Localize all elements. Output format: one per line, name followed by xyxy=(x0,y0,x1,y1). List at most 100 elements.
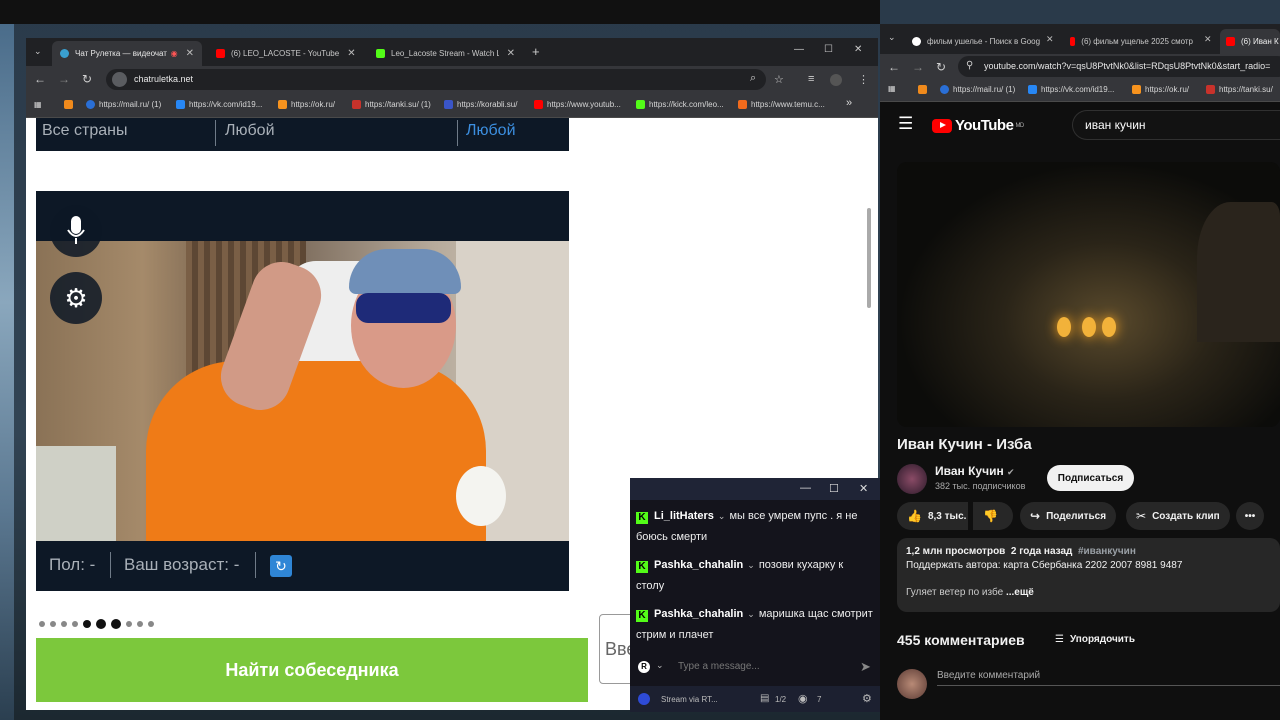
address-bar[interactable]: ⚲ youtube.com/watch?v=qsU8PtvtNk0&list=R… xyxy=(958,56,1280,77)
chevron-down-icon[interactable]: ⌄ xyxy=(656,660,664,671)
bookmark-item[interactable]: https://tanki.su/ xyxy=(1206,85,1273,94)
google-icon xyxy=(912,37,921,46)
bookmark-item[interactable]: https://www.youtub... xyxy=(534,100,621,109)
reload-icon[interactable]: ↻ xyxy=(82,72,92,86)
comment-input[interactable]: Введите комментарий xyxy=(937,670,1280,686)
tab-search-icon[interactable]: ⌄ xyxy=(888,32,896,43)
loading-dots xyxy=(39,617,154,631)
reload-icon[interactable]: ↻ xyxy=(936,60,946,74)
show-more-link[interactable]: ...ещё xyxy=(1006,587,1034,598)
bookmark-item[interactable] xyxy=(918,85,931,94)
chat-minimize-button[interactable]: — xyxy=(800,482,811,494)
channel-avatar[interactable] xyxy=(897,464,927,494)
country-filter[interactable]: Все страны xyxy=(42,122,127,140)
chat-close-button[interactable]: ✕ xyxy=(859,482,868,495)
extension-icon[interactable] xyxy=(830,74,842,86)
new-tab-button[interactable]: + xyxy=(532,44,540,59)
close-tab-icon[interactable]: ✕ xyxy=(339,48,355,59)
youtube-video-player[interactable] xyxy=(897,162,1280,427)
chat-maximize-button[interactable]: ☐ xyxy=(829,482,839,495)
bookmark-item[interactable]: https://korabli.su/ xyxy=(444,100,517,109)
find-partner-button[interactable]: Найти собеседника xyxy=(36,638,588,702)
close-tab-icon[interactable]: ✕ xyxy=(1046,34,1054,45)
tab-youtube-video[interactable]: (6) Иван К xyxy=(1220,29,1280,54)
share-button[interactable]: ↪ Поделиться xyxy=(1020,502,1117,530)
chevron-down-icon[interactable]: ⌄ xyxy=(718,511,726,521)
tab-label: (6) LEO_LACOSTE - YouTube xyxy=(231,49,340,58)
zoom-icon[interactable]: ⌕ xyxy=(750,72,756,85)
minimize-button[interactable]: — xyxy=(794,44,804,55)
microphone-icon[interactable] xyxy=(50,205,102,257)
settings-gear-icon[interactable]: ⚙ xyxy=(862,692,872,705)
hamburger-menu-icon[interactable]: ☰ xyxy=(898,114,913,134)
video-description[interactable]: 1,2 млн просмотров 2 года назад #иванкуч… xyxy=(897,538,1280,612)
close-tab-icon[interactable]: ✕ xyxy=(178,48,194,59)
subscribe-button[interactable]: Подписаться xyxy=(1047,465,1134,491)
media-control-icon[interactable]: ≡ xyxy=(808,73,814,85)
bookmark-item[interactable]: https://kick.com/leo... xyxy=(636,100,724,109)
stream-chat-overlay: — ☐ ✕ K Li_litHaters ⌄ мы все умрем пупс . … xyxy=(630,478,880,712)
age-filter[interactable]: Любой xyxy=(466,122,516,140)
bookmarks-bar: ▦ https://mail.ru/ (1) https://vk.com/id… xyxy=(26,93,878,118)
dislike-button[interactable]: 👎 xyxy=(973,502,1013,530)
refresh-icon[interactable]: ↻ xyxy=(270,555,292,577)
back-arrow-icon[interactable]: ← xyxy=(34,72,46,86)
tab-youtube-search[interactable]: (6) фильм ущелье 2025 смотр xyxy=(1064,29,1199,54)
chat-message-input[interactable]: Type a message... xyxy=(678,661,760,672)
close-tab-icon[interactable]: ✕ xyxy=(1204,34,1212,45)
viewer-count: 7 xyxy=(817,695,822,704)
close-window-button[interactable]: ✕ xyxy=(854,44,862,55)
bookmarks-more-icon[interactable]: » xyxy=(846,97,852,109)
bookmark-item[interactable]: https://www.temu.c... xyxy=(738,100,825,109)
site-info-icon[interactable]: ⚲ xyxy=(966,60,973,71)
bookmark-item[interactable] xyxy=(64,100,77,109)
page-scrollbar[interactable] xyxy=(865,198,873,348)
chat-username[interactable]: Li_litHaters xyxy=(654,510,714,522)
tab-kick[interactable]: Leo_Lacoste Stream - Watch Li ✕ xyxy=(368,41,523,66)
bookmark-star-icon[interactable]: ☆ xyxy=(774,73,784,86)
chevron-down-icon[interactable]: ⌄ xyxy=(747,609,755,619)
gender-filter[interactable]: Любой xyxy=(225,122,275,140)
chevron-down-icon[interactable]: ⌄ xyxy=(747,560,755,570)
sort-comments-button[interactable]: ☰ Упорядочить xyxy=(1055,634,1135,645)
menu-dots-icon[interactable]: ⋮ xyxy=(858,73,869,86)
bookmark-item[interactable]: https://vk.com/id19... xyxy=(176,100,262,109)
forward-arrow-icon[interactable]: → xyxy=(912,60,924,74)
bookmark-item[interactable]: https://tanki.su/ (1) xyxy=(352,100,431,109)
bookmark-item[interactable]: https://ok.ru/ xyxy=(278,100,335,109)
settings-gear-icon[interactable]: ⚙ xyxy=(50,272,102,324)
bookmark-item[interactable]: https://ok.ru/ xyxy=(1132,85,1189,94)
kick-icon xyxy=(376,49,385,58)
back-arrow-icon[interactable]: ← xyxy=(888,60,900,74)
tab-chatruletka[interactable]: Чат Рулетка — видеочат с ◉ ✕ xyxy=(52,41,202,66)
youtube-logo[interactable]: YouTube MD xyxy=(932,117,1024,134)
bookmark-item[interactable]: https://vk.com/id19... xyxy=(1028,85,1114,94)
address-bar[interactable]: chatruletka.net ⌕ xyxy=(106,69,766,90)
apps-grid-icon[interactable]: ▦ xyxy=(34,100,42,109)
like-button[interactable]: 👍 8,3 тыс. xyxy=(897,502,968,530)
hashtag-link[interactable]: #иванкучин xyxy=(1078,546,1136,557)
address-url: youtube.com/watch?v=qsU8PtvtNk0&list=RDq… xyxy=(984,61,1271,71)
bookmark-item[interactable]: https://mail.ru/ (1) xyxy=(940,85,1015,94)
tab-youtube[interactable]: (6) LEO_LACOSTE - YouTube ✕ xyxy=(208,41,363,66)
more-actions-button[interactable]: ••• xyxy=(1236,502,1264,530)
apps-grid-icon[interactable]: ▦ xyxy=(888,84,896,93)
channel-name[interactable]: Иван Кучин ✔ xyxy=(935,464,1015,478)
logo-text: YouTube xyxy=(955,117,1014,134)
site-info-icon[interactable] xyxy=(112,72,127,87)
create-clip-button[interactable]: ✂ Создать клип xyxy=(1126,502,1230,530)
send-icon[interactable]: ➤ xyxy=(860,659,871,675)
tab-search-icon[interactable]: ⌄ xyxy=(34,46,42,57)
forward-arrow-icon[interactable]: → xyxy=(58,72,70,86)
chat-input-row[interactable]: R ⌄ Type a message... ➤ xyxy=(630,656,880,680)
chat-username[interactable]: Pashka_chahalin xyxy=(654,559,743,571)
tab-google[interactable]: фильм ушелье - Поиск в Goog xyxy=(906,29,1056,54)
layers-icon[interactable]: ▤ xyxy=(760,693,769,704)
close-tab-icon[interactable]: ✕ xyxy=(499,48,515,59)
maximize-button[interactable]: ☐ xyxy=(824,44,833,55)
youtube-search-input[interactable]: иван кучин xyxy=(1072,110,1280,140)
platform-selector-icon[interactable]: R xyxy=(638,661,650,673)
video-info-bar: Пол: - Ваш возраст: - ↻ xyxy=(36,541,569,591)
chat-username[interactable]: Pashka_chahalin xyxy=(654,608,743,620)
bookmark-item[interactable]: https://mail.ru/ (1) xyxy=(86,100,161,109)
